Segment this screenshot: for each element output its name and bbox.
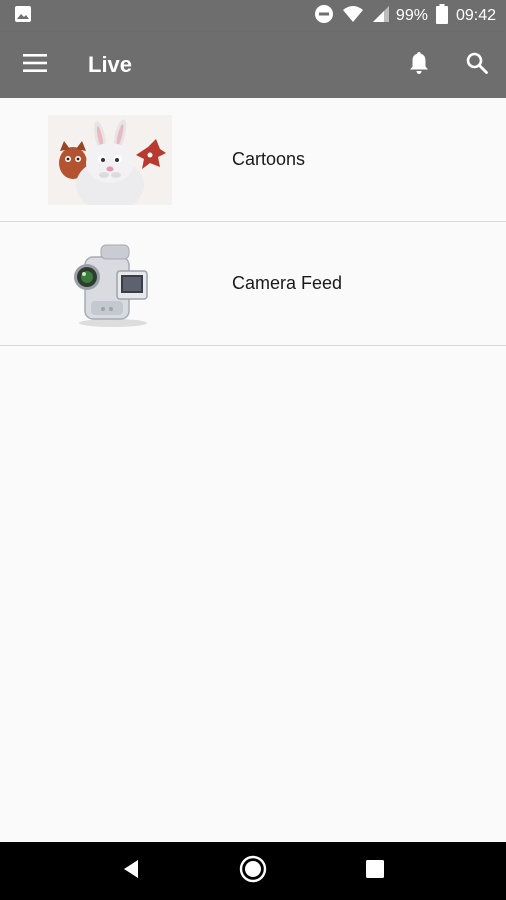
back-button[interactable]: [101, 842, 161, 900]
status-time: 09:42: [455, 7, 496, 24]
wifi-icon: [342, 5, 364, 28]
back-icon: [122, 859, 140, 884]
do-not-disturb-icon: [314, 4, 334, 29]
list-item-label: Camera Feed: [232, 273, 343, 293]
status-bar: 99% 09:42: [0, 0, 506, 32]
cartoon-bunny-thumbnail: [48, 114, 172, 205]
page-title: Live: [88, 52, 133, 77]
menu-button[interactable]: [0, 32, 70, 98]
menu-icon: [23, 53, 47, 77]
recents-icon: [366, 859, 384, 883]
screen: 99% 09:42 Live Cartoons Camera Feed: [0, 0, 506, 900]
camcorder-icon: [48, 239, 172, 329]
list-item-cartoons[interactable]: Cartoons: [0, 98, 506, 222]
notifications-button[interactable]: [390, 32, 448, 98]
recents-button[interactable]: [345, 842, 405, 900]
search-icon: [466, 52, 488, 79]
cell-signal-icon: [372, 5, 390, 28]
navigation-bar: [0, 842, 506, 900]
status-left: [14, 5, 32, 28]
app-bar: Live: [0, 32, 506, 98]
home-button[interactable]: [223, 842, 283, 900]
battery-percent: 99%: [395, 7, 428, 24]
list-item-camera-feed[interactable]: Camera Feed: [0, 222, 506, 346]
image-notification-icon: [14, 5, 32, 28]
channel-list: Cartoons Camera Feed: [0, 98, 506, 346]
battery-icon: [435, 3, 448, 29]
bell-icon: [408, 51, 430, 80]
status-right: 99% 09:42: [306, 3, 496, 29]
list-item-label: Cartoons: [232, 149, 306, 169]
search-button[interactable]: [448, 32, 506, 98]
home-icon: [239, 855, 267, 888]
